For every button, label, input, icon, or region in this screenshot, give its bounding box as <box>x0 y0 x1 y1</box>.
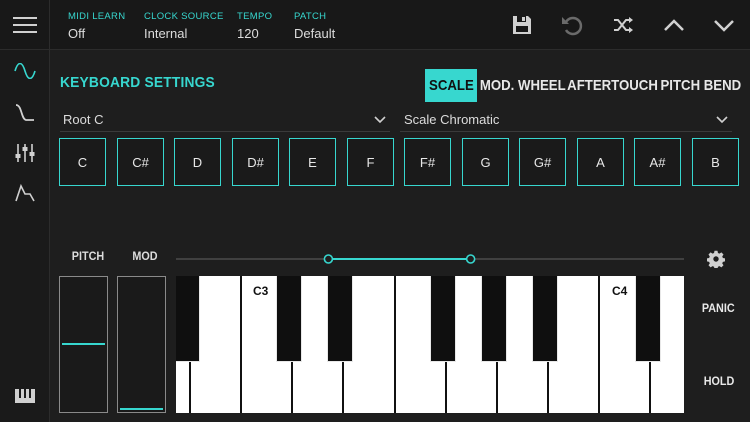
patch-label: PATCH <box>294 11 327 22</box>
gear-icon[interactable] <box>701 244 731 274</box>
patch-status[interactable]: PATCH Default <box>294 11 335 41</box>
black-key[interactable] <box>635 276 661 362</box>
clock-source-status[interactable]: CLOCK SOURCE Internal <box>144 11 224 41</box>
pitch-wheel-label: PITCH <box>71 249 105 263</box>
adsr-icon[interactable] <box>10 178 40 208</box>
tempo-value: 120 <box>237 26 259 41</box>
top-bar: MIDI LEARN Off CLOCK SOURCE Internal TEM… <box>0 0 750 50</box>
note-button-c-sharp[interactable]: C# <box>117 138 164 186</box>
chevron-up-icon[interactable] <box>659 10 689 40</box>
tempo-label: TEMPO <box>237 11 273 22</box>
note-button-d[interactable]: D <box>174 138 221 186</box>
pitch-wheel[interactable] <box>59 276 108 413</box>
black-key[interactable] <box>276 276 302 362</box>
note-button-a-sharp[interactable]: A# <box>634 138 681 186</box>
midi-learn-value: Off <box>68 26 86 41</box>
envelope-curve-icon[interactable] <box>10 98 40 128</box>
scale-value: Scale Chromatic <box>404 112 500 127</box>
note-button-c[interactable]: C <box>59 138 106 186</box>
patch-value: Default <box>294 26 336 41</box>
tab-pitch-bend-label: PITCH BEND <box>660 77 742 94</box>
clock-source-label: CLOCK SOURCE <box>144 11 224 22</box>
key-label-c4: C4 <box>612 284 628 298</box>
hamburger-menu-icon[interactable] <box>0 0 50 50</box>
save-icon[interactable] <box>507 10 537 40</box>
tab-scale[interactable]: SCALE <box>425 69 477 102</box>
hold-button[interactable]: HOLD <box>704 374 735 388</box>
midi-learn-label: MIDI LEARN <box>68 11 126 22</box>
black-key[interactable] <box>327 276 353 362</box>
black-key[interactable] <box>481 276 507 362</box>
tab-aftertouch-label: AFTERTOUCH <box>567 77 659 94</box>
chevron-down-icon <box>716 112 728 127</box>
pitch-wheel-indicator <box>62 343 105 345</box>
note-button-g-sharp[interactable]: G# <box>519 138 566 186</box>
sine-wave-icon[interactable] <box>10 56 40 86</box>
note-button-g[interactable]: G <box>462 138 509 186</box>
tab-aftertouch[interactable]: AFTERTOUCH <box>567 69 659 102</box>
note-button-f-sharp[interactable]: F# <box>404 138 451 186</box>
key-label-c3: C3 <box>253 284 269 298</box>
piano-keyboard: C3 C4 <box>176 276 684 413</box>
root-note-value: Root C <box>63 112 104 127</box>
midi-learn-status[interactable]: MIDI LEARN Off <box>68 11 125 41</box>
note-button-f[interactable]: F <box>347 138 394 186</box>
note-button-b[interactable]: B <box>692 138 739 186</box>
mod-wheel-indicator <box>120 408 163 410</box>
range-start-handle[interactable] <box>323 254 334 264</box>
keyboard-icon[interactable] <box>10 381 40 411</box>
chevron-down-icon[interactable] <box>709 10 739 40</box>
clock-source-value: Internal <box>144 26 188 41</box>
page-title: KEYBOARD SETTINGS <box>60 74 215 91</box>
tab-scale-label: SCALE <box>428 77 474 94</box>
black-key[interactable] <box>532 276 558 362</box>
black-key[interactable] <box>176 276 200 362</box>
black-key[interactable] <box>430 276 456 362</box>
tab-pitch-bend[interactable]: PITCH BEND <box>660 69 742 102</box>
tab-mod-wheel-label: MOD. WHEEL <box>480 77 566 94</box>
root-note-select[interactable]: Root C <box>60 108 390 132</box>
chevron-down-icon <box>374 112 386 127</box>
undo-icon[interactable] <box>557 10 587 40</box>
mixer-sliders-icon[interactable] <box>10 138 40 168</box>
scale-select[interactable]: Scale Chromatic <box>400 108 732 132</box>
note-button-a[interactable]: A <box>577 138 624 186</box>
shuffle-icon[interactable] <box>608 10 638 40</box>
tempo-status[interactable]: TEMPO 120 <box>237 11 272 41</box>
note-button-d-sharp[interactable]: D# <box>232 138 279 186</box>
note-button-e[interactable]: E <box>289 138 336 186</box>
keyboard-range-slider[interactable] <box>176 251 684 267</box>
range-end-handle[interactable] <box>465 254 476 264</box>
mod-wheel-label: MOD <box>132 249 158 263</box>
sidebar <box>0 50 50 422</box>
panic-button[interactable]: PANIC <box>702 301 735 315</box>
tab-mod-wheel[interactable]: MOD. WHEEL <box>480 69 566 102</box>
mod-wheel[interactable] <box>117 276 166 413</box>
